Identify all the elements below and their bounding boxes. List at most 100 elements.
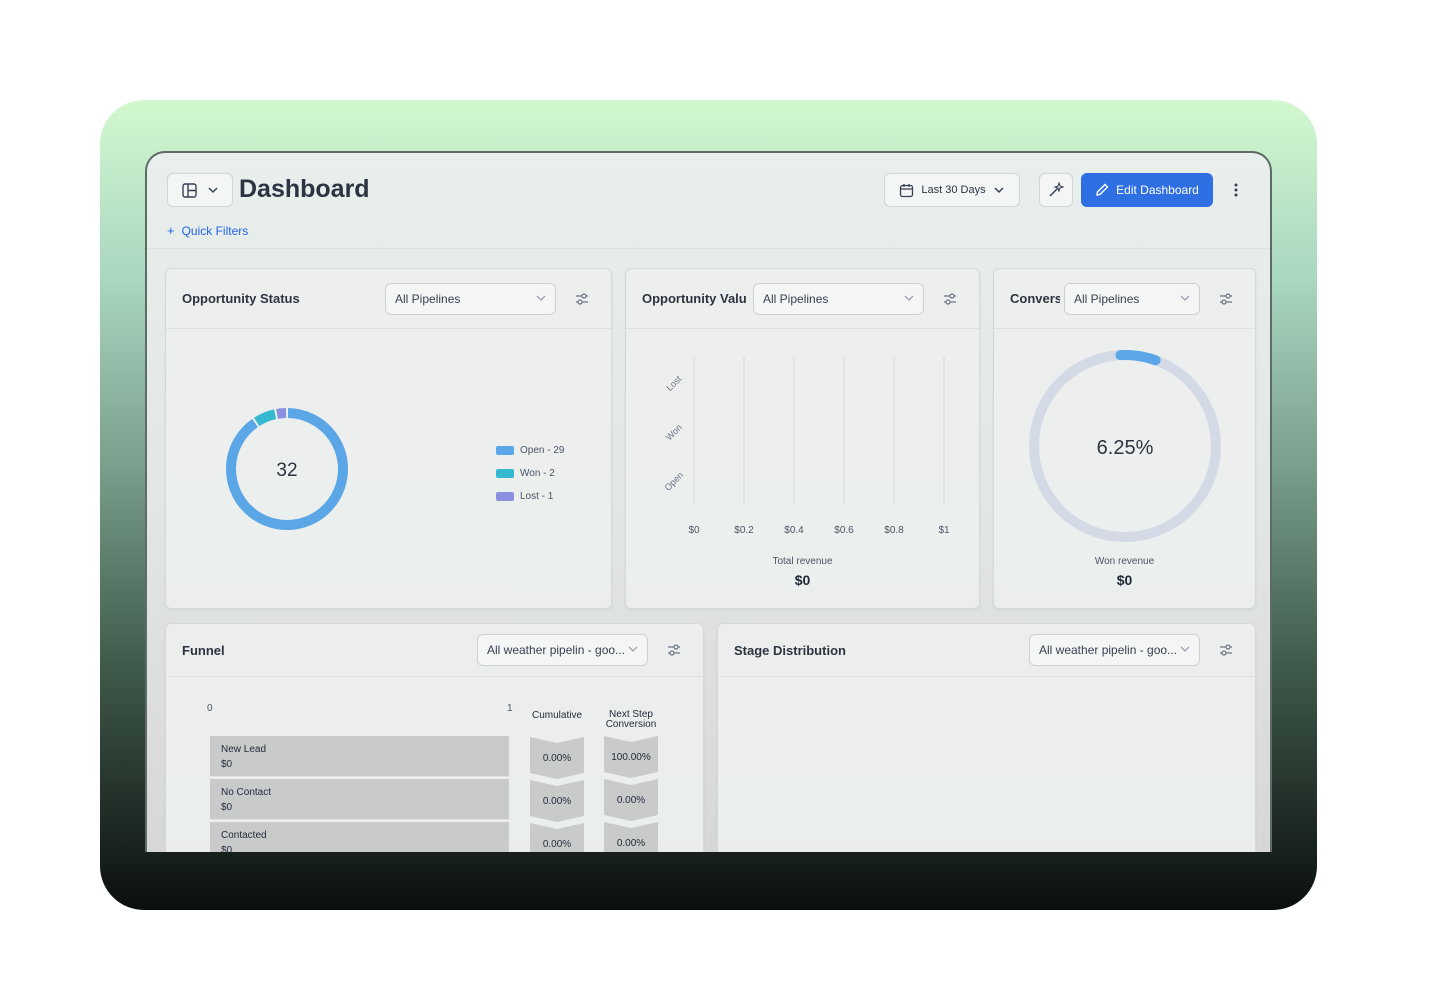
card-title: Conversion: [1010, 291, 1060, 306]
card-title: Opportunity Status: [182, 291, 300, 306]
pencil-icon: [1096, 183, 1109, 196]
gauge-progress-arc: [1115, 350, 1161, 366]
legend-item-lost: Lost - 1: [496, 485, 564, 508]
pipeline-select-value: All Pipelines: [1074, 292, 1140, 306]
won-revenue-label: Won revenue: [1094, 556, 1155, 567]
y-category-label: Open: [663, 470, 686, 493]
pipeline-select[interactable]: All Pipelines: [385, 283, 556, 315]
plus-icon: +: [167, 223, 175, 238]
pipeline-select-value: All Pipelines: [763, 292, 829, 306]
funnel-stage-value: $0: [221, 802, 233, 813]
pipeline-select-value: All weather pipelin - goo...: [487, 643, 626, 657]
pipeline-select-value: All Pipelines: [395, 292, 461, 306]
donut-segment-lost: [276, 408, 287, 419]
more-options-button[interactable]: [1225, 173, 1247, 207]
legend-label: Won - 2: [520, 468, 555, 479]
pipeline-select[interactable]: All Pipelines: [1064, 283, 1200, 315]
quick-filters-link[interactable]: + Quick Filters: [167, 223, 248, 238]
chevron-down-icon: [628, 646, 638, 652]
card-header: Opportunity Value All Pipelines: [626, 269, 979, 329]
donut-segment-won: [254, 409, 277, 427]
chevron-down-icon: [207, 187, 218, 194]
funnel-row: Contacted $0: [210, 822, 509, 852]
x-tick-label: $0.8: [884, 525, 904, 536]
funnel-card: Funnel All weather pipelin - goo... 0 1 …: [165, 623, 704, 852]
pipeline-select[interactable]: All weather pipelin - goo...: [1029, 634, 1200, 666]
pipeline-select-value: All weather pipelin - goo...: [1039, 643, 1178, 657]
status-legend: Open - 29 Won - 2 Lost - 1: [496, 439, 564, 508]
card-title: Funnel: [182, 643, 225, 658]
top-bar: Dashboard + Quick Filters Last 30 Days E…: [147, 153, 1270, 249]
legend-swatch: [496, 446, 514, 455]
filter-settings-icon[interactable]: [942, 291, 958, 307]
funnel-stage-name: Contacted: [221, 830, 267, 841]
chevron-down-icon: [536, 295, 546, 301]
filter-settings-icon[interactable]: [1218, 291, 1234, 307]
pipeline-select[interactable]: All Pipelines: [753, 283, 924, 315]
x-tick-label: $1: [938, 525, 950, 536]
cumulative-cell: 0.00%: [530, 737, 584, 779]
chevron-down-icon: [1180, 295, 1190, 301]
x-tick-label: $0: [688, 525, 700, 536]
filter-settings-icon[interactable]: [1218, 642, 1234, 658]
y-category-label: Lost: [664, 373, 683, 392]
conversion-gauge: 6.25%: [1029, 350, 1221, 542]
layout-icon: [181, 182, 197, 198]
donut-total-label: 32: [276, 460, 297, 481]
opportunity-value-bar-chart: $0 $0.2 $0.4 $0.6 $0.8 $1 Lost Won Open: [663, 357, 950, 536]
calendar-icon: [900, 183, 914, 197]
funnel-axis-min: 0: [207, 703, 213, 714]
card-title: Stage Distribution: [734, 643, 846, 658]
filter-settings-icon[interactable]: [666, 642, 682, 658]
conversion-card: Conversion All Pipelines 6.25% Won reven…: [993, 268, 1256, 609]
funnel-stage-name: No Contact: [221, 787, 272, 798]
conversion-rate-label: 6.25%: [1097, 437, 1154, 459]
x-tick-label: $0.4: [784, 525, 804, 536]
cumulative-header: Cumulative: [531, 710, 583, 721]
page-title: Dashboard: [239, 175, 370, 203]
date-range-button[interactable]: Last 30 Days: [884, 173, 1020, 207]
funnel-row: New Lead $0: [210, 736, 509, 777]
opportunity-status-card: Opportunity Status All Pipelines 32 Open…: [165, 268, 612, 609]
total-revenue-label: Total revenue: [772, 556, 833, 567]
next-step-header: Next Step Conversion: [600, 710, 662, 730]
card-title: Opportunity Value: [642, 291, 747, 306]
edit-dashboard-button[interactable]: Edit Dashboard: [1081, 173, 1213, 207]
kebab-menu-icon: [1234, 183, 1238, 197]
funnel-row: No Contact $0: [210, 779, 509, 820]
legend-item-won: Won - 2: [496, 462, 564, 485]
next-step-cell: 100.00%: [604, 736, 658, 778]
layout-switcher-button[interactable]: [167, 173, 233, 207]
card-header: Funnel All weather pipelin - goo...: [166, 624, 703, 677]
funnel-axis-max: 1: [507, 703, 513, 714]
legend-swatch: [496, 469, 514, 478]
opportunity-value-card: Opportunity Value All Pipelines $0 $0.2 $0…: [625, 268, 980, 609]
funnel-stage-name: New Lead: [221, 744, 267, 755]
ai-sparkle-button[interactable]: [1039, 173, 1073, 207]
card-header: Opportunity Status All Pipelines: [166, 269, 611, 329]
y-category-label: Won: [664, 422, 684, 442]
card-header: Stage Distribution All weather pipelin -…: [718, 624, 1255, 677]
legend-item-open: Open - 29: [496, 439, 564, 462]
x-tick-label: $0.2: [734, 525, 754, 536]
pipeline-select[interactable]: All weather pipelin - goo...: [477, 634, 648, 666]
dashboard-window: Dashboard + Quick Filters Last 30 Days E…: [145, 151, 1272, 852]
total-revenue-value: $0: [794, 572, 811, 588]
x-tick-label: $0.6: [834, 525, 854, 536]
filter-settings-icon[interactable]: [574, 291, 590, 307]
chevron-down-icon: [1180, 646, 1190, 652]
won-revenue-value: $0: [1116, 572, 1133, 588]
legend-label: Open - 29: [520, 445, 565, 456]
legend-swatch: [496, 492, 514, 501]
chevron-down-icon: [904, 295, 914, 301]
date-range-label: Last 30 Days: [921, 184, 986, 196]
magic-wand-icon: [1049, 182, 1064, 197]
next-step-cell: 0.00%: [604, 779, 658, 821]
quick-filters-label: Quick Filters: [181, 223, 249, 238]
next-step-header-line2: Conversion: [605, 719, 657, 730]
cumulative-cell: 0.00%: [530, 823, 584, 852]
stage-distribution-card: Stage Distribution All weather pipelin -…: [717, 623, 1256, 852]
cumulative-cell: 0.00%: [530, 780, 584, 822]
legend-label: Lost - 1: [520, 491, 554, 502]
funnel-stage-value: $0: [221, 845, 233, 852]
